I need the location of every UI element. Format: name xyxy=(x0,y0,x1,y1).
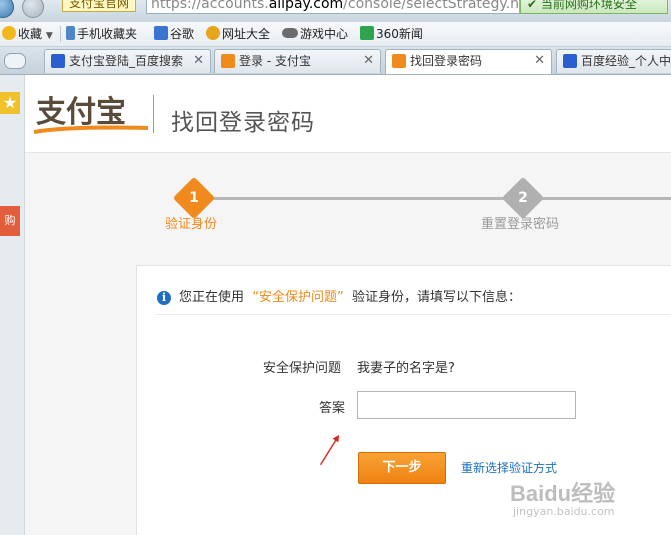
alipay-logo: 支付宝 xyxy=(33,95,149,134)
alipay-icon xyxy=(221,54,235,68)
bookmark-favorites[interactable]: 收藏 ▼ xyxy=(2,25,53,43)
logo-divider xyxy=(153,95,154,133)
answer-input[interactable] xyxy=(357,391,576,419)
answer-label: 答案 xyxy=(319,401,346,416)
google-icon xyxy=(154,26,168,40)
bookmark-360news[interactable]: 360新闻 xyxy=(360,25,423,43)
bookmark-label: 收藏 xyxy=(18,27,43,41)
tab-label: 百度经验_个人中 xyxy=(581,54,671,68)
360-icon xyxy=(360,26,374,40)
safe-label: 当前网购环境安全 xyxy=(540,0,637,11)
step-connector xyxy=(209,197,507,200)
notice-method: “安全保护问题” xyxy=(252,290,344,305)
baidu-watermark: Baidu经验 xyxy=(510,481,616,506)
cloud-icon[interactable] xyxy=(4,53,26,69)
site-badge[interactable]: 支付宝官网 xyxy=(62,0,137,12)
bookmark-mobile[interactable]: 手机收藏夹 xyxy=(66,25,137,43)
bookmark-games[interactable]: 游戏中心 xyxy=(282,25,348,43)
back-button[interactable] xyxy=(0,0,14,18)
close-icon[interactable]: ✕ xyxy=(363,50,374,72)
forward-button[interactable] xyxy=(22,0,44,18)
tab-bar: 支付宝登陆_百度搜索 ✕ 登录 - 支付宝 ✕ 找回登录密码 ✕ 百度经验_个人中 xyxy=(0,47,671,75)
reselect-method-link[interactable]: 重新选择验证方式 xyxy=(461,459,557,476)
close-icon[interactable]: ✕ xyxy=(534,50,545,72)
baidu-watermark-url: jingyan.baidu.com xyxy=(513,505,615,518)
address-bar-strip: 支付宝官网 https://accounts.alipay.com/consol… xyxy=(0,0,671,23)
bookmark-label: 网址大全 xyxy=(222,27,271,41)
side-rail: ★ 购 xyxy=(0,75,25,535)
step-2-label: 重置登录密码 xyxy=(481,217,560,232)
url-host: alipay.com xyxy=(268,0,344,12)
question-value: 我妻子的名字是? xyxy=(357,361,455,376)
bookmark-label: 手机收藏夹 xyxy=(77,27,138,41)
tab-label: 登录 - 支付宝 xyxy=(239,54,311,68)
bookmark-label: 谷歌 xyxy=(170,27,195,41)
step-connector xyxy=(538,197,671,200)
tab-label: 支付宝登陆_百度搜索 xyxy=(69,54,184,68)
star-icon[interactable]: ★ xyxy=(0,92,20,114)
star-plus-icon xyxy=(2,26,16,40)
bookmark-label: 游戏中心 xyxy=(300,27,349,41)
url-path: /console/selectStrategy.ht xyxy=(343,0,520,12)
question-label: 安全保护问题 xyxy=(263,361,342,376)
step-1-label: 验证身份 xyxy=(165,217,218,232)
next-button[interactable]: 下一步 xyxy=(358,452,446,484)
step-number: 2 xyxy=(518,190,528,206)
safe-environment-button[interactable]: ✔ 当前网购环境安全 xyxy=(520,0,668,14)
shopping-icon[interactable]: 购 xyxy=(0,206,20,236)
bookmark-label: 360新闻 xyxy=(376,27,423,41)
logo-text: 支付宝 xyxy=(36,95,126,130)
bookmark-google[interactable]: 谷歌 xyxy=(154,25,194,43)
info-icon: i xyxy=(157,291,171,305)
plus-globe-icon xyxy=(206,26,220,40)
close-icon[interactable]: ✕ xyxy=(193,50,204,72)
divider xyxy=(155,314,671,315)
bookmarks-bar: 收藏 ▼ 手机收藏夹 谷歌 网址大全 游戏中心 360新闻 xyxy=(0,22,671,47)
notice-prefix: 您正在使用 xyxy=(179,290,245,305)
gamepad-icon xyxy=(282,28,298,38)
tab-recover-password[interactable]: 找回登录密码 ✕ xyxy=(385,49,552,74)
chevron-down-icon: ▼ xyxy=(45,31,53,41)
notice-message: i 您正在使用 “安全保护问题” 验证身份，请填写以下信息： xyxy=(157,286,521,305)
phone-icon xyxy=(66,26,75,40)
tab-baidu-jingyan[interactable]: 百度经验_个人中 xyxy=(556,49,671,73)
tab-alipay-login[interactable]: 登录 - 支付宝 ✕ xyxy=(214,49,381,73)
url-field[interactable]: https://accounts.alipay.com/console/sele… xyxy=(146,0,520,14)
baidu-paw-icon xyxy=(51,54,65,68)
notice-suffix: 验证身份，请填写以下信息： xyxy=(352,290,522,305)
alipay-icon xyxy=(392,54,406,68)
page-title: 找回登录密码 xyxy=(171,110,315,136)
baidu-paw-icon xyxy=(563,54,577,68)
tab-baidu-search[interactable]: 支付宝登陆_百度搜索 ✕ xyxy=(44,49,211,73)
bookmark-sites[interactable]: 网址大全 xyxy=(206,25,270,43)
page-header: 支付宝 找回登录密码 xyxy=(25,75,671,153)
url-prefix: https://accounts. xyxy=(151,0,269,12)
step-number: 1 xyxy=(189,190,199,206)
tab-label: 找回登录密码 xyxy=(410,54,483,68)
annotation-arrow xyxy=(319,434,340,466)
bookmark-separator xyxy=(60,26,61,42)
